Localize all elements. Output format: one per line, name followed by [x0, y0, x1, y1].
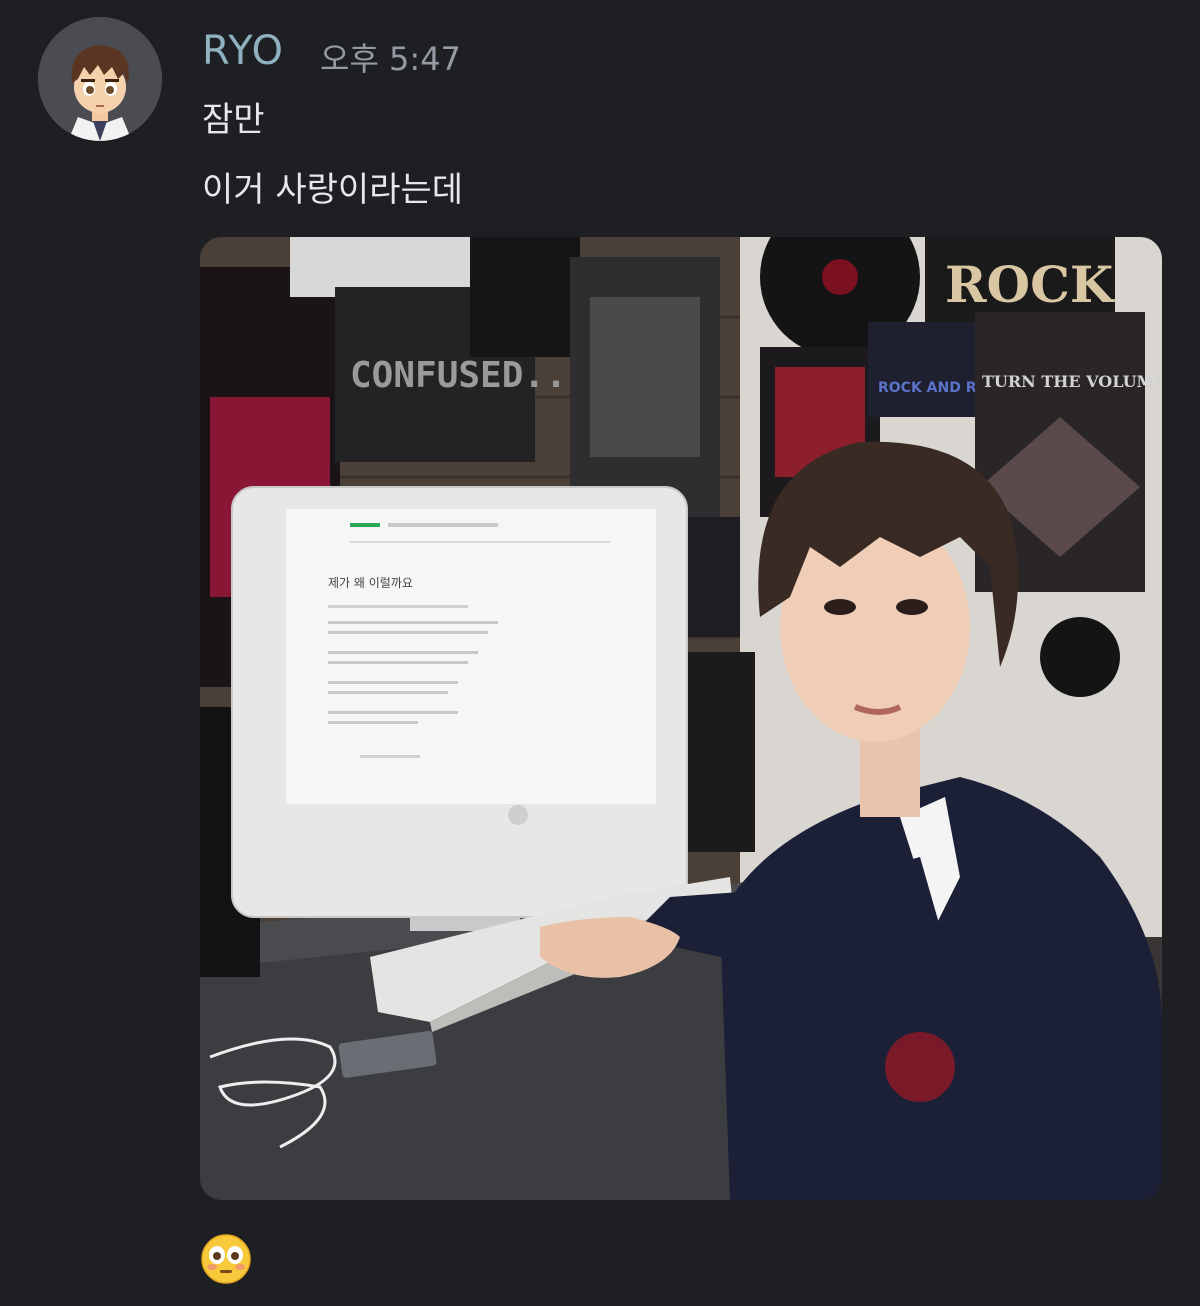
image-attachment[interactable]: CONFUSED.. ROCK ROCK AND ROLL TURN THE V… — [200, 237, 1162, 1200]
anime-character-avatar-icon — [38, 17, 162, 141]
author-avatar[interactable] — [38, 17, 162, 141]
message-line: 이거 사랑이라는데 — [202, 170, 464, 210]
attachment-photo-illustration: CONFUSED.. ROCK ROCK AND ROLL TURN THE V… — [200, 237, 1162, 1200]
flushed-face-emoji-icon — [200, 1233, 252, 1285]
screen-title: 제가 왜 이럴까요 — [328, 576, 413, 590]
message-timestamp: 오후 5:47 — [320, 40, 461, 78]
author-name[interactable]: RYO — [202, 28, 284, 74]
poster-text: ROCK — [945, 255, 1115, 314]
poster-text: CONFUSED.. — [350, 355, 567, 396]
message-line: 잠만 — [202, 100, 265, 140]
poster-text: TURN THE VOLUME UP — [982, 372, 1162, 391]
